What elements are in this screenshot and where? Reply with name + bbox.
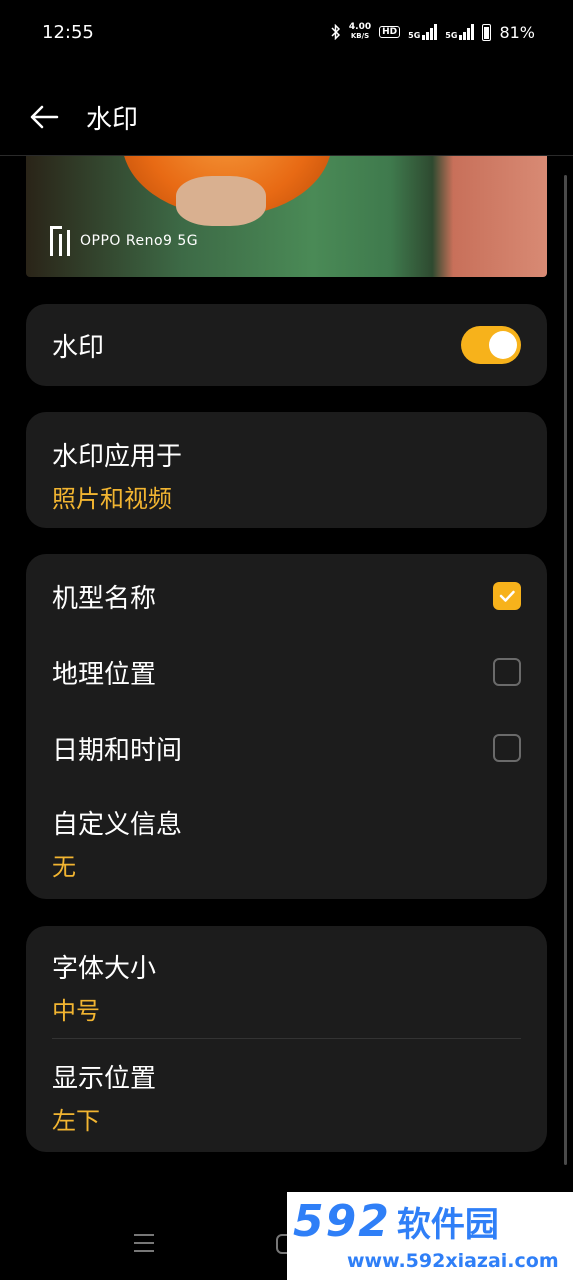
position-value: 左下 <box>52 1107 100 1135</box>
camera-logo-icon <box>50 226 70 256</box>
back-button[interactable] <box>24 97 64 137</box>
row-divider <box>52 1038 521 1039</box>
checkbox-row-model[interactable]: 机型名称 <box>26 554 547 638</box>
datetime-checkbox[interactable] <box>493 734 521 762</box>
bluetooth-icon <box>331 24 340 40</box>
custom-info-value: 无 <box>52 853 76 881</box>
hd-icon: HD <box>379 26 401 38</box>
location-label: 地理位置 <box>52 659 157 690</box>
font-size-value: 中号 <box>52 997 100 1025</box>
signal-bars-icon <box>459 24 475 40</box>
custom-info-row[interactable]: 自定义信息 无 <box>26 804 547 882</box>
recent-apps-button[interactable] <box>134 1234 154 1252</box>
apply-to-row[interactable]: 水印应用于 照片和视频 <box>26 412 547 514</box>
position-label: 显示位置 <box>52 1064 157 1094</box>
watermark-style-card: 字体大小 中号 显示位置 左下 <box>26 926 547 1152</box>
arrow-left-icon <box>30 105 59 129</box>
app-header: 水印 <box>0 82 573 152</box>
model-name-checkbox[interactable] <box>493 582 521 610</box>
font-size-label: 字体大小 <box>52 954 157 984</box>
preview-watermark-text: OPPO Reno9 5G <box>80 233 199 249</box>
checkbox-row-datetime[interactable]: 日期和时间 <box>26 710 547 786</box>
preview-watermark: OPPO Reno9 5G <box>50 226 198 256</box>
preview-hand <box>176 176 266 226</box>
datetime-label: 日期和时间 <box>52 735 183 766</box>
watermark-switch[interactable] <box>461 326 521 364</box>
signal-bars-icon <box>422 24 438 40</box>
apply-to-card: 水印应用于 照片和视频 <box>26 412 547 528</box>
watermark-toggle-card: 水印 <box>26 304 547 386</box>
badge-url: www.592xiazai.com <box>347 1250 559 1272</box>
watermark-preview-image: OPPO Reno9 5G <box>26 156 547 277</box>
watermark-toggle-label: 水印 <box>52 332 105 363</box>
scrollbar[interactable] <box>564 175 567 1165</box>
model-name-label: 机型名称 <box>52 583 157 614</box>
font-size-row[interactable]: 字体大小 中号 <box>26 948 547 1026</box>
status-bar: 12:55 4.00 KB/S HD 5G 5G 81% <box>0 0 573 64</box>
apply-to-value: 照片和视频 <box>52 485 172 513</box>
signal-2: 5G <box>445 24 475 40</box>
status-time: 12:55 <box>42 21 94 43</box>
custom-info-label: 自定义信息 <box>52 810 183 840</box>
battery-percent: 81% <box>499 22 535 42</box>
signal-1: 5G <box>408 24 438 40</box>
badge-number: 592 <box>293 1196 391 1247</box>
apply-to-label: 水印应用于 <box>52 442 183 472</box>
position-row[interactable]: 显示位置 左下 <box>26 1058 547 1136</box>
watermark-toggle-row[interactable]: 水印 <box>26 304 547 386</box>
watermark-info-card: 机型名称 地理位置 日期和时间 自定义信息 无 <box>26 554 547 899</box>
check-icon <box>499 590 515 602</box>
page-title: 水印 <box>86 104 139 135</box>
battery-icon <box>482 23 492 41</box>
location-checkbox[interactable] <box>493 658 521 686</box>
status-icons: 4.00 KB/S HD 5G 5G 81% <box>331 23 535 42</box>
checkbox-row-location[interactable]: 地理位置 <box>26 634 547 710</box>
net-speed: 4.00 KB/S <box>348 22 372 41</box>
badge-site-name: 软件园 <box>396 1205 499 1245</box>
site-watermark-badge: 592 软件园 www.592xiazai.com <box>287 1192 573 1280</box>
